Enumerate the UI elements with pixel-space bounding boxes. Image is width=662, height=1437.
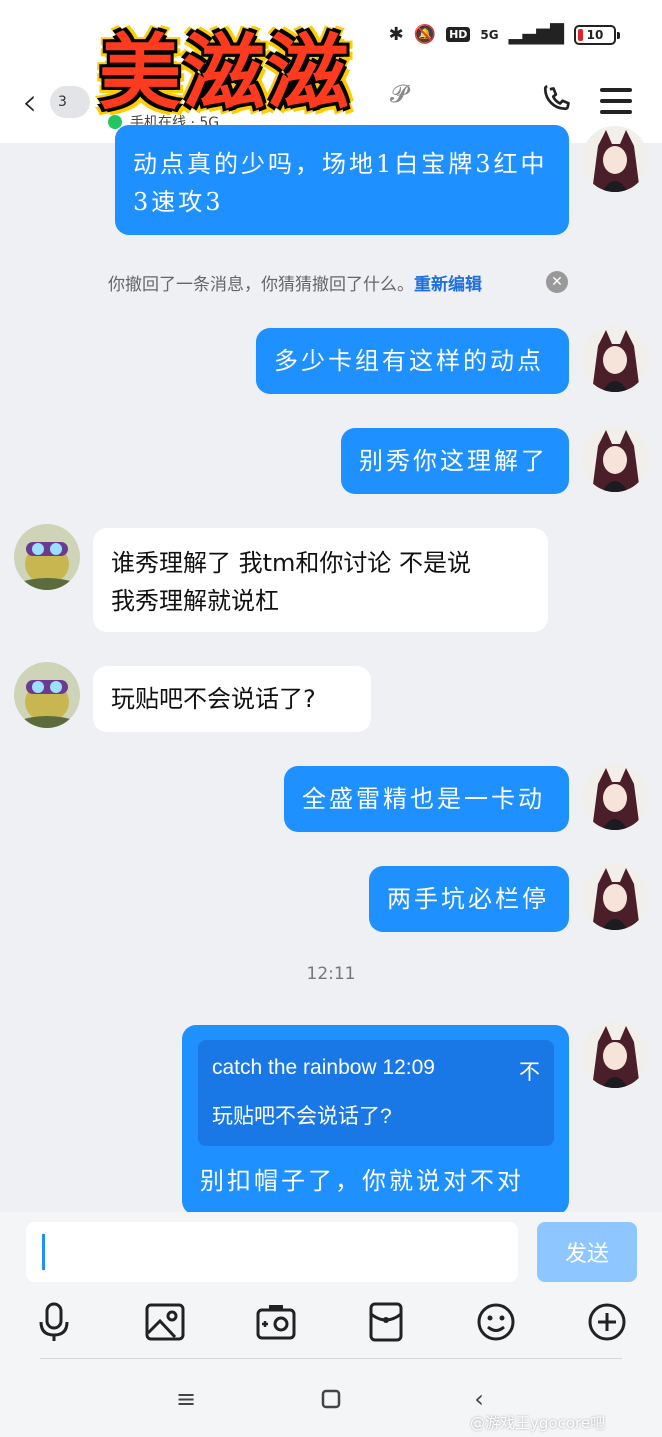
message-text: 别秀你这理解了 (359, 447, 548, 475)
message-bubble[interactable]: 动点真的少吗，场地1白宝牌3红中 3速攻3 (115, 125, 569, 235)
avatar-image (592, 330, 640, 392)
quote-text: 玩贴吧不会说话了? (212, 1105, 392, 1128)
header-bar: ✱ 🔕 HD 5G ▂▄▆█ 10 ‹ 3 手机在线 · 5G 𝓟 美滋滋 (0, 0, 662, 143)
message-line: 3速攻3 (133, 188, 224, 216)
message-text: 玩贴吧不会说话了? (111, 685, 316, 713)
quoted-message[interactable]: catch the rainbow 12:09 不 玩贴吧不会说话了? (198, 1040, 554, 1146)
quote-author-time: catch the rainbow 12:09 (212, 1056, 435, 1079)
mic-icon[interactable] (34, 1302, 74, 1342)
bluetooth-icon: ✱ (388, 24, 404, 45)
camera-icon[interactable] (256, 1302, 296, 1342)
send-button[interactable]: 发送 (537, 1222, 637, 1282)
signal-icon: ▂▄▆█ (508, 24, 564, 45)
avatar[interactable] (582, 1022, 648, 1088)
photo-icon[interactable] (145, 1302, 185, 1342)
message-bubble[interactable]: 全盛雷精也是一卡动 (284, 766, 569, 832)
message-line: 动点真的少吗，场地1白宝牌3红中 (133, 150, 548, 178)
battery-icon: 10 (574, 24, 620, 45)
earpiece-icon: 𝓟 (390, 80, 408, 108)
text-caret (42, 1234, 45, 1270)
avatar-image (592, 430, 640, 492)
avatar[interactable] (582, 326, 648, 392)
recall-notice-text: 你撤回了一条消息，你猜猜撤回了什么。 (108, 275, 414, 295)
message-bubble[interactable]: 多少卡组有这样的动点 (256, 328, 569, 394)
message-bubble[interactable]: 谁秀理解了 我tm和你讨论 不是说 我秀理解就说杠 (93, 528, 548, 632)
menu-icon[interactable] (600, 88, 632, 116)
close-icon[interactable]: ✕ (546, 271, 568, 293)
reply-message-text: 别扣帽子了，你就说对不对 (200, 1167, 524, 1195)
message-text: 两手坑必栏停 (387, 885, 549, 913)
avatar[interactable] (14, 524, 80, 590)
message-bubble[interactable]: 别秀你这理解了 (341, 428, 569, 494)
input-area: 发送 ≡ ‹ @游戏王ygocore吧 (0, 1212, 662, 1437)
avatar-image (592, 130, 640, 192)
message-input[interactable] (26, 1222, 518, 1282)
avatar[interactable] (582, 864, 648, 930)
message-line: 我秀理解就说杠 (111, 587, 279, 615)
divider (40, 1358, 622, 1359)
red-packet-icon[interactable] (366, 1302, 406, 1342)
timestamp: 12:11 (306, 964, 356, 984)
hd-badge: HD (446, 27, 471, 42)
avatar-image (592, 868, 640, 930)
avatar-image (14, 680, 80, 728)
avatar[interactable] (582, 764, 648, 830)
watermark-text: @游戏王ygocore吧 (470, 1414, 606, 1432)
mute-bell-icon: 🔕 (413, 24, 437, 45)
avatar-image (592, 768, 640, 830)
message-text: 全盛雷精也是一卡动 (302, 785, 545, 813)
recent-apps-icon[interactable]: ≡ (171, 1384, 201, 1414)
nav-back-icon[interactable]: ‹ (464, 1384, 494, 1414)
logo-watermark: 美滋滋 (64, 4, 386, 126)
message-text: 多少卡组有这样的动点 (274, 347, 544, 375)
emoji-icon[interactable] (476, 1302, 516, 1342)
message-bubble[interactable]: 两手坑必栏停 (369, 866, 569, 932)
network-label: 5G (480, 27, 499, 42)
message-line: 谁秀理解了 我tm和你讨论 不是说 (111, 549, 472, 577)
avatar[interactable] (14, 662, 80, 728)
plus-icon[interactable] (587, 1302, 627, 1342)
avatar-image (14, 542, 80, 590)
avatar[interactable] (582, 426, 648, 492)
logo-text: 美滋滋 (98, 24, 351, 121)
quote-suffix: 不 (519, 1061, 540, 1084)
message-bubble[interactable]: 玩贴吧不会说话了? (93, 666, 371, 732)
back-icon[interactable]: ‹ (22, 82, 37, 122)
avatar-image (592, 1026, 640, 1088)
battery-level: 10 (586, 27, 604, 42)
re-edit-link[interactable]: 重新编辑 (414, 275, 482, 295)
status-bar: ✱ 🔕 HD 5G ▂▄▆█ 10 (388, 24, 620, 45)
home-icon[interactable] (316, 1384, 346, 1414)
avatar[interactable] (582, 126, 648, 192)
recall-notice: 你撤回了一条消息，你猜猜撤回了什么。重新编辑 (108, 270, 482, 295)
phone-call-icon[interactable] (540, 84, 576, 120)
